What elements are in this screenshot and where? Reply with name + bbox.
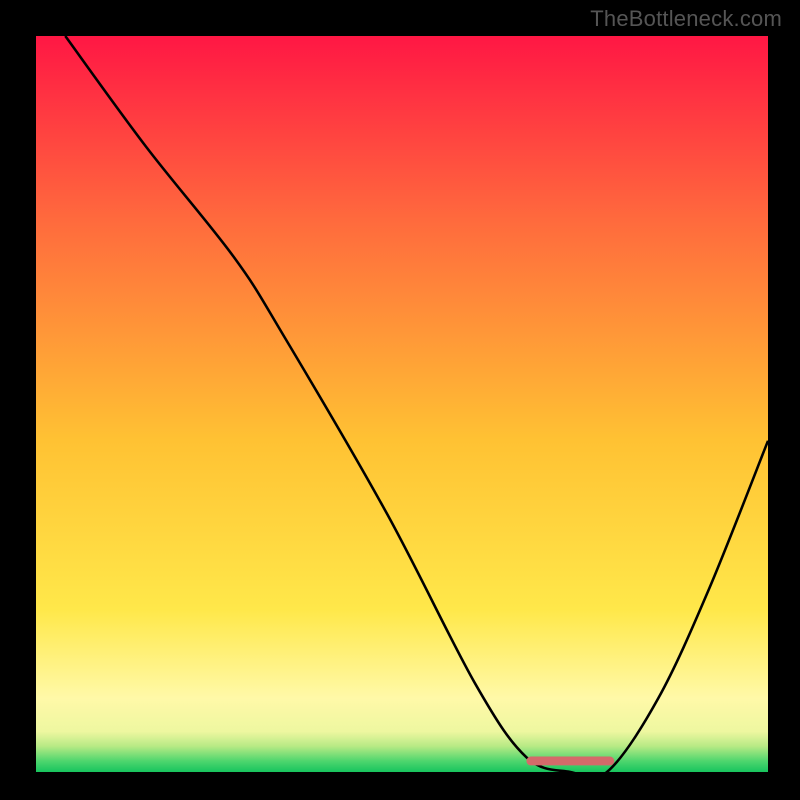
optimum-marker — [526, 757, 614, 766]
plot-frame — [22, 28, 780, 786]
plot-area — [36, 36, 768, 772]
chart-svg — [36, 36, 768, 772]
